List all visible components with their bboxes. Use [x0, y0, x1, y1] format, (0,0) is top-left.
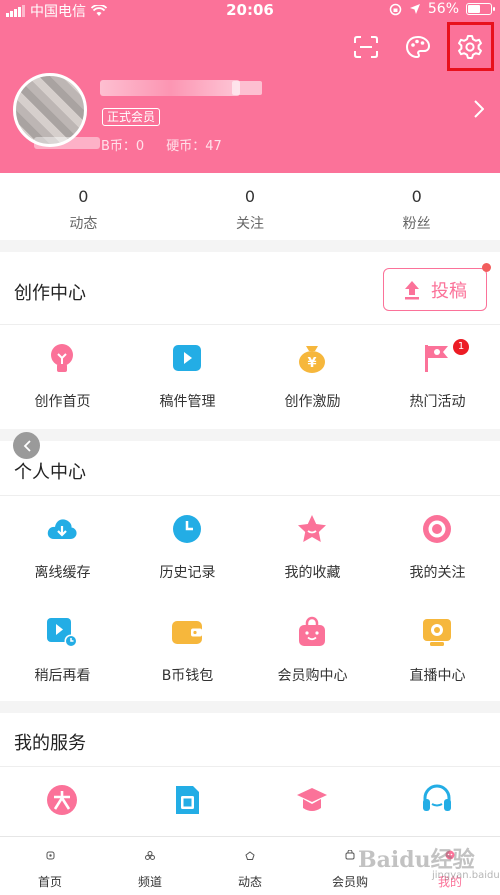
grid-label: 稿件管理 — [159, 394, 216, 410]
chevron-left-icon — [23, 439, 31, 452]
section-title: 我的服务 — [14, 733, 86, 754]
status-bar: 中国电信 20:06 56% — [0, 0, 500, 20]
grid-item-incentive[interactable]: ¥ 创作激励 — [250, 325, 375, 428]
stat-label: 关注 — [236, 216, 264, 232]
stats-bar: 0 动态 0 关注 0 粉丝 — [0, 173, 500, 240]
live-camera-icon — [423, 619, 451, 646]
grid-item-create-home[interactable]: 创作首页 — [0, 325, 125, 428]
grid-label: 稍后再看 — [34, 668, 91, 684]
location-icon — [409, 4, 420, 14]
stat-dynamic[interactable]: 0 动态 — [0, 173, 167, 240]
stat-count: 0 — [78, 187, 89, 206]
star-icon — [298, 515, 326, 542]
watermark-url: jingyan.baidu.com — [432, 870, 500, 881]
wallet-icon — [172, 621, 202, 644]
notification-badge: 1 — [453, 339, 469, 355]
svg-text:¥: ¥ — [307, 356, 316, 371]
lightbulb-icon — [51, 344, 73, 372]
stat-label: 动态 — [69, 216, 98, 232]
grid-item-history[interactable]: 历史记录 — [125, 496, 250, 599]
username-blurred — [100, 80, 240, 96]
theme-palette-icon[interactable] — [400, 29, 436, 65]
creation-center-section: 创作中心 投稿 创作首页 稿件管理 ¥ 创作激励 热门活动 — [0, 252, 500, 429]
headset-icon — [423, 784, 451, 811]
video-play-icon — [173, 345, 201, 371]
grid-label: 会员购中心 — [277, 668, 348, 684]
stat-following[interactable]: 0 关注 — [167, 173, 334, 240]
grid-label: 热门活动 — [409, 394, 466, 410]
tab-label: 动态 — [237, 875, 262, 889]
upload-label: 投稿 — [431, 280, 467, 302]
rotation-lock-icon — [389, 3, 402, 15]
b-coin-count: B币：0 — [101, 139, 145, 154]
grid-label: 创作首页 — [34, 394, 91, 410]
service-item-4[interactable] — [375, 767, 500, 836]
personal-center-section: 个人中心 离线缓存 历史记录 我的收藏 我的关注 稍后再看 B币钱包 会员购中心… — [0, 441, 500, 701]
shop-icon — [345, 850, 355, 860]
upload-button[interactable]: 投稿 — [383, 268, 487, 311]
tab-label: 频道 — [137, 875, 162, 889]
stat-label: 粉丝 — [402, 216, 431, 232]
back-button[interactable] — [13, 432, 40, 459]
grid-label: 我的收藏 — [284, 565, 341, 581]
tab-channel[interactable]: 频道 — [100, 837, 200, 895]
graduation-cap-icon — [297, 788, 327, 811]
profile-header: 中国电信 20:06 56% 正式会员 B币：0 硬币：47 — [0, 0, 500, 173]
grid-label: 离线缓存 — [34, 565, 91, 581]
grid-item-hot-events[interactable]: 热门活动 — [375, 325, 500, 428]
tab-label: 会员购 — [331, 875, 368, 889]
service-item-3[interactable] — [250, 767, 375, 836]
grid-item-wallet[interactable]: B币钱包 — [125, 599, 250, 702]
settings-highlight-box — [447, 22, 494, 71]
section-title: 个人中心 — [14, 462, 86, 483]
watch-later-icon — [47, 618, 78, 648]
tab-label: 首页 — [37, 875, 62, 889]
target-icon — [423, 515, 451, 543]
hard-coin-count: 硬币：47 — [166, 139, 222, 154]
section-title: 创作中心 — [14, 283, 86, 304]
grid-item-following[interactable]: 我的关注 — [375, 496, 500, 599]
new-dot — [482, 263, 491, 272]
grid-item-offline-cache[interactable]: 离线缓存 — [0, 496, 125, 599]
avatar[interactable] — [13, 73, 87, 147]
upload-icon — [405, 280, 419, 299]
grid-label: 直播中心 — [409, 668, 466, 684]
stat-fans[interactable]: 0 粉丝 — [333, 173, 500, 240]
grid-item-favorites[interactable]: 我的收藏 — [250, 496, 375, 599]
battery-icon — [466, 3, 495, 15]
service-item-2[interactable] — [125, 767, 250, 836]
stat-count: 0 — [244, 187, 256, 206]
service-item-1[interactable] — [0, 767, 125, 836]
grid-item-member-shop[interactable]: 会员购中心 — [250, 599, 375, 702]
tab-home[interactable]: 首页 — [0, 837, 100, 895]
sim-card-icon — [176, 786, 199, 814]
grid-item-manuscripts[interactable]: 稿件管理 — [125, 325, 250, 428]
grid-label: 我的关注 — [409, 565, 466, 581]
chevron-right-icon[interactable] — [474, 100, 485, 122]
grid-item-watch-later[interactable]: 稍后再看 — [0, 599, 125, 702]
battery-percent: 56% — [427, 1, 459, 17]
shopping-bag-icon — [299, 616, 325, 646]
vip-badge: 正式会员 — [102, 108, 161, 126]
scan-icon[interactable] — [348, 29, 384, 65]
clock-icon — [173, 515, 201, 543]
username-blurred-suffix — [232, 81, 262, 95]
stat-count: 0 — [411, 187, 422, 206]
coin-info: B币：0 硬币：47 — [101, 135, 244, 154]
my-services-section: 我的服务 — [0, 713, 500, 836]
cloud-download-icon — [47, 519, 77, 539]
dynamic-icon — [245, 850, 255, 860]
channel-icon — [145, 850, 155, 860]
grid-item-live-center[interactable]: 直播中心 — [375, 599, 500, 702]
tab-dynamic[interactable]: 动态 — [200, 837, 300, 895]
grid-label: 历史记录 — [159, 565, 216, 581]
money-bag-icon: ¥ — [299, 346, 325, 373]
uid-blurred — [34, 137, 100, 149]
flag-icon — [425, 345, 448, 372]
big-member-icon — [47, 785, 77, 815]
grid-label: 创作激励 — [284, 394, 341, 410]
grid-label: B币钱包 — [161, 668, 214, 684]
home-icon — [46, 851, 54, 859]
